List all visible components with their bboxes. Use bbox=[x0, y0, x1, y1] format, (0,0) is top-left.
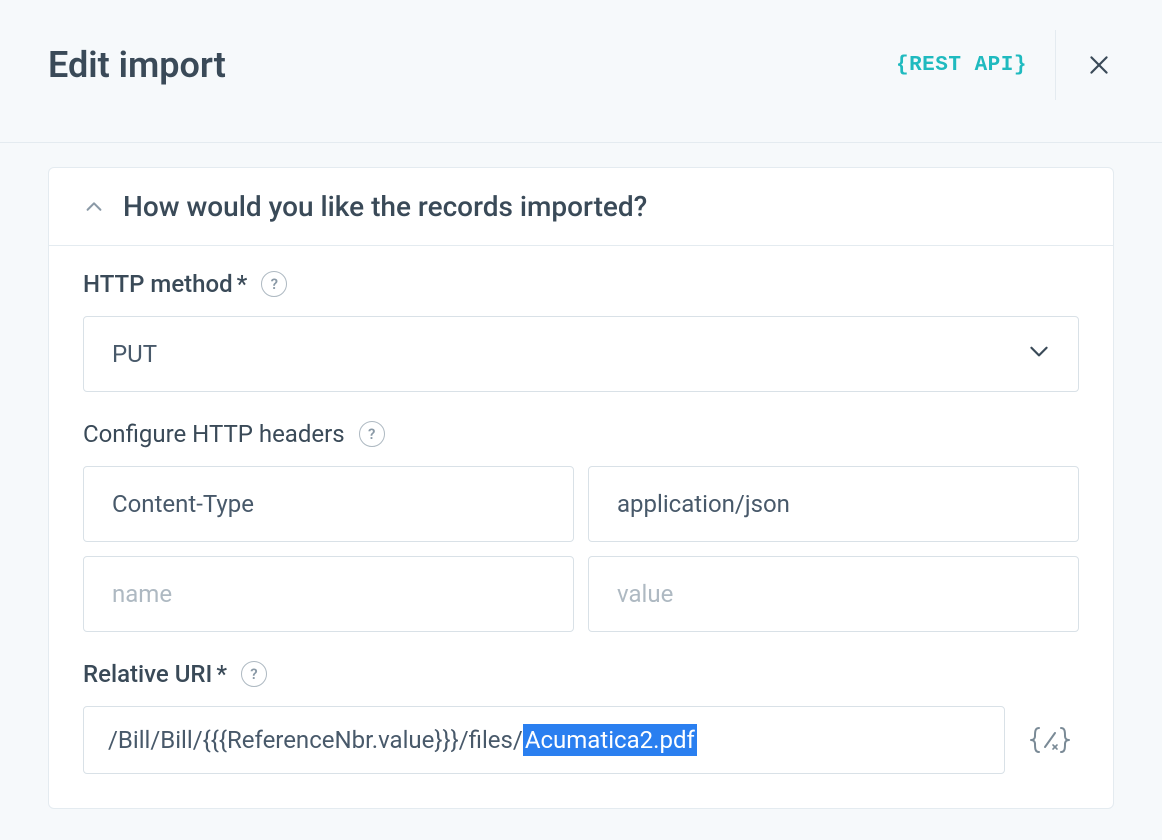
import-config-panel: How would you like the records imported?… bbox=[48, 167, 1114, 809]
http-method-select[interactable]: PUT bbox=[83, 316, 1079, 392]
uri-selected-text: Acumatica2.pdf bbox=[523, 724, 697, 756]
help-icon[interactable]: ? bbox=[359, 421, 385, 447]
header-value-input[interactable] bbox=[588, 556, 1079, 632]
divider bbox=[1055, 30, 1056, 100]
rest-api-badge: {REST API} bbox=[896, 54, 1027, 77]
close-icon bbox=[1086, 52, 1112, 78]
http-headers-label: Configure HTTP headers ? bbox=[83, 420, 1079, 448]
relative-uri-row: /Bill/Bill/{{{ReferenceNbr.value}}}/file… bbox=[83, 706, 1079, 774]
http-method-label: HTTP method * ? bbox=[83, 270, 1079, 298]
dialog-header: Edit import {REST API} bbox=[0, 0, 1162, 143]
http-headers-label-text: Configure HTTP headers bbox=[83, 420, 345, 448]
relative-uri-label-text: Relative URI bbox=[83, 660, 212, 688]
relative-uri-field: Relative URI * ? /Bill/Bill/{{{Reference… bbox=[83, 660, 1079, 774]
header-name-input[interactable] bbox=[83, 556, 574, 632]
relative-uri-label: Relative URI * ? bbox=[83, 660, 1079, 688]
help-icon[interactable]: ? bbox=[261, 271, 287, 297]
uri-prefix: /Bill/Bill/{{{ReferenceNbr.value}}}/file… bbox=[108, 726, 523, 754]
required-marker: * bbox=[237, 270, 248, 298]
chevron-up-icon bbox=[83, 196, 105, 218]
required-marker: * bbox=[216, 660, 227, 688]
help-icon[interactable]: ? bbox=[241, 661, 267, 687]
http-headers-grid bbox=[83, 466, 1079, 632]
header-value-input[interactable] bbox=[588, 466, 1079, 542]
dialog-body: How would you like the records imported?… bbox=[0, 143, 1162, 833]
close-button[interactable] bbox=[1084, 50, 1114, 80]
expression-editor-button[interactable] bbox=[1021, 706, 1079, 774]
panel-body: HTTP method * ? PUT Configure HTTP head bbox=[49, 246, 1113, 808]
panel-header-toggle[interactable]: How would you like the records imported? bbox=[49, 168, 1113, 246]
handlebars-icon bbox=[1028, 724, 1072, 756]
http-headers-field: Configure HTTP headers ? bbox=[83, 420, 1079, 632]
relative-uri-input[interactable]: /Bill/Bill/{{{ReferenceNbr.value}}}/file… bbox=[83, 706, 1005, 774]
chevron-down-icon bbox=[1026, 338, 1052, 370]
http-method-value: PUT bbox=[112, 340, 157, 368]
panel-title: How would you like the records imported? bbox=[123, 190, 647, 223]
dialog-title: Edit import bbox=[48, 44, 896, 86]
header-name-input[interactable] bbox=[83, 466, 574, 542]
http-method-field: HTTP method * ? PUT bbox=[83, 270, 1079, 392]
http-method-label-text: HTTP method bbox=[83, 270, 233, 298]
